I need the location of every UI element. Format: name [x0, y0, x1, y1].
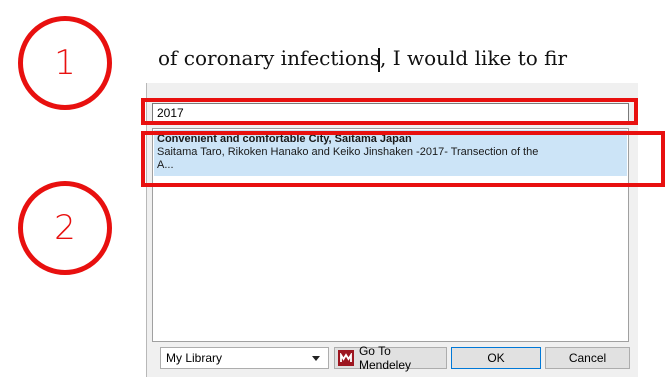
- citation-search-dialog: 2017 Convenient and comfortable City, Sa…: [146, 83, 638, 377]
- mendeley-logo-icon: [338, 350, 354, 366]
- library-select[interactable]: My Library: [160, 347, 329, 369]
- document-text-before-caret: of coronary infections: [158, 46, 381, 70]
- ok-button[interactable]: OK: [451, 347, 541, 369]
- document-text-line[interactable]: of coronary infections, I would like to …: [158, 40, 668, 76]
- go-to-mendeley-button[interactable]: Go To Mendeley: [334, 344, 447, 372]
- highlight-box-result: [141, 131, 665, 187]
- document-text-after-caret: , I would like to fir: [380, 46, 568, 70]
- highlight-box-search: [141, 98, 638, 125]
- callout-step-2: 2: [18, 181, 112, 275]
- ok-label: OK: [487, 351, 505, 365]
- callout-step-1: 1: [18, 16, 112, 110]
- callout-number: 2: [54, 208, 76, 248]
- cancel-label: Cancel: [568, 351, 607, 365]
- cancel-button[interactable]: Cancel: [545, 347, 630, 369]
- callout-number: 1: [54, 43, 76, 83]
- go-to-mendeley-label: Go To Mendeley: [358, 344, 411, 372]
- chevron-down-icon: [312, 356, 320, 361]
- library-select-value: My Library: [166, 351, 223, 365]
